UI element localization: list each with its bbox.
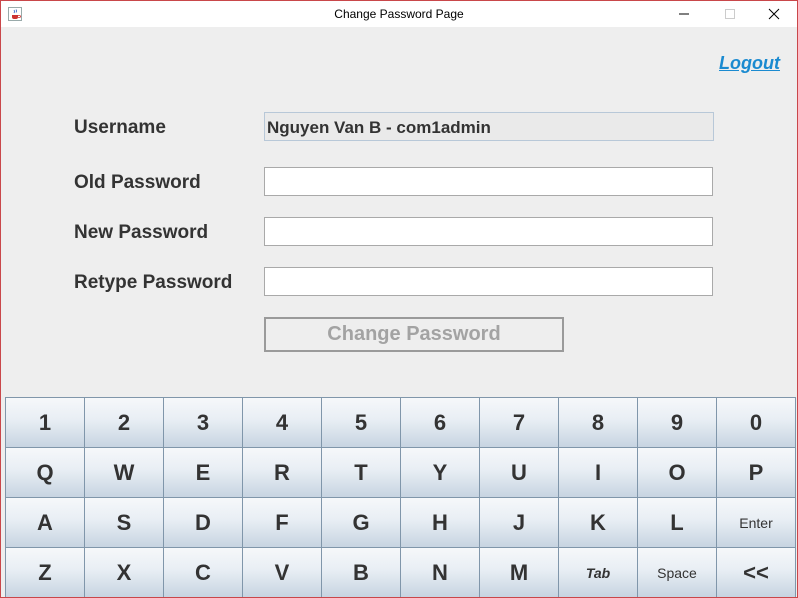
change-password-panel: Logout Username Nguyen Van B - com1admin… [1,27,797,397]
key-i[interactable]: I [558,447,638,498]
key-f[interactable]: F [242,497,322,548]
key-backspace[interactable]: << [716,547,796,597]
key-s[interactable]: S [84,497,164,548]
close-button[interactable] [751,1,797,27]
key-v[interactable]: V [242,547,322,597]
key-q[interactable]: Q [5,447,85,498]
title-bar: Change Password Page [1,1,797,27]
retype-password-label: Retype Password [74,272,233,293]
key-m[interactable]: M [479,547,559,597]
app-window: Change Password Page Logout Username Ngu… [0,0,798,598]
key-k[interactable]: K [558,497,638,548]
minimize-icon [679,13,689,15]
key-0[interactable]: 0 [716,397,796,448]
key-5[interactable]: 5 [321,397,401,448]
key-p[interactable]: P [716,447,796,498]
key-b[interactable]: B [321,547,401,597]
maximize-icon [725,9,735,19]
retype-password-field[interactable] [264,267,713,296]
key-4[interactable]: 4 [242,397,322,448]
key-u[interactable]: U [479,447,559,498]
key-j[interactable]: J [479,497,559,548]
key-t[interactable]: T [321,447,401,498]
key-n[interactable]: N [400,547,480,597]
key-9[interactable]: 9 [637,397,717,448]
username-label: Username [74,117,166,138]
old-password-label: Old Password [74,172,201,193]
maximize-button[interactable] [707,1,753,27]
key-space[interactable]: Space [637,547,717,597]
new-password-field[interactable] [264,217,713,246]
key-x[interactable]: X [84,547,164,597]
key-z[interactable]: Z [5,547,85,597]
key-tab[interactable]: Tab [558,547,638,597]
key-7[interactable]: 7 [479,397,559,448]
old-password-field[interactable] [264,167,713,196]
close-icon [768,8,780,20]
key-d[interactable]: D [163,497,243,548]
key-2[interactable]: 2 [84,397,164,448]
key-3[interactable]: 3 [163,397,243,448]
minimize-button[interactable] [661,1,707,27]
key-e[interactable]: E [163,447,243,498]
key-y[interactable]: Y [400,447,480,498]
key-a[interactable]: A [5,497,85,548]
key-r[interactable]: R [242,447,322,498]
username-value: Nguyen Van B - com1admin [264,112,714,141]
key-o[interactable]: O [637,447,717,498]
key-h[interactable]: H [400,497,480,548]
key-1[interactable]: 1 [5,397,85,448]
key-8[interactable]: 8 [558,397,638,448]
key-l[interactable]: L [637,497,717,548]
logout-link[interactable]: Logout [719,53,780,74]
new-password-label: New Password [74,222,209,243]
key-6[interactable]: 6 [400,397,480,448]
change-password-button[interactable]: Change Password [264,317,564,352]
on-screen-keyboard: 1 2 3 4 5 6 7 8 9 0 Q W E R T Y U I O P … [5,397,797,597]
key-enter[interactable]: Enter [716,497,796,548]
key-c[interactable]: C [163,547,243,597]
key-g[interactable]: G [321,497,401,548]
key-w[interactable]: W [84,447,164,498]
